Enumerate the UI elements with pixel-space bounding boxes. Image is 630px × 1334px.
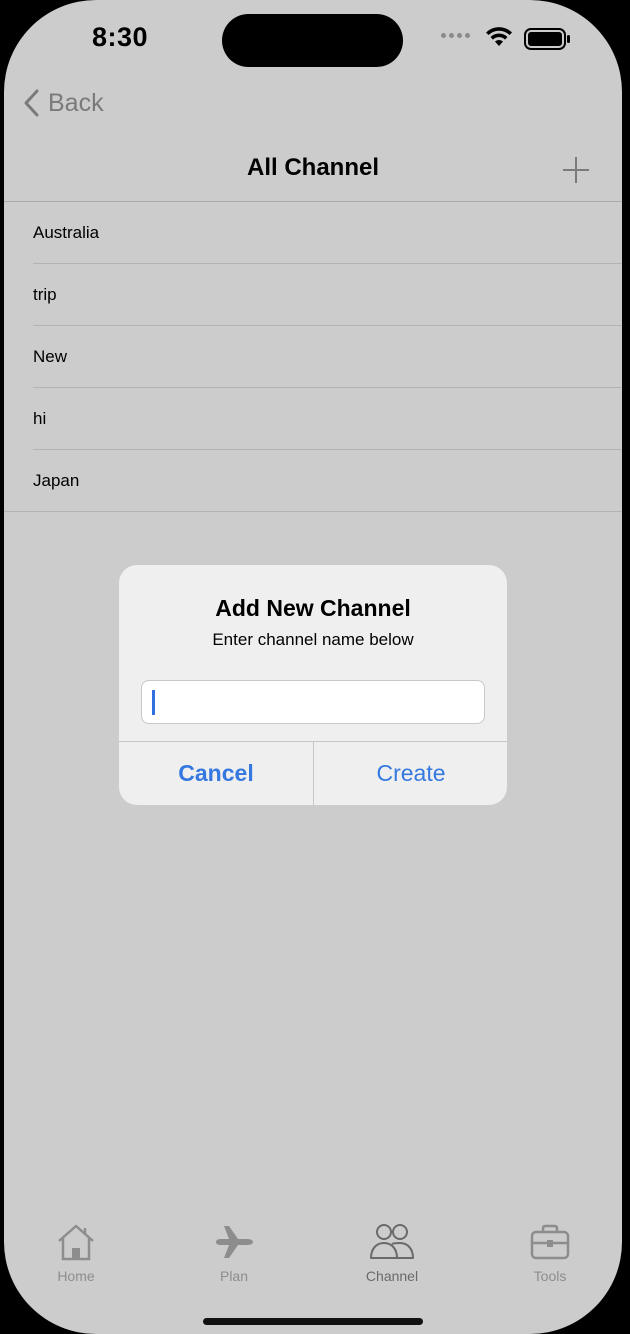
list-item[interactable]: hi [4, 388, 622, 450]
add-channel-dialog: Add New Channel Enter channel name below… [119, 565, 507, 805]
tab-label: Home [57, 1268, 95, 1284]
dialog-message: Enter channel name below [212, 630, 414, 649]
chevron-left-icon [24, 89, 39, 117]
airplane-icon [216, 1226, 253, 1258]
phone-frame: 8:30 Back All Channel Australia trip New… [0, 0, 630, 1334]
back-label: Back [48, 88, 104, 117]
cellular-signal-icon [441, 33, 470, 38]
list-item[interactable]: Australia [4, 202, 622, 264]
dialog-title: Add New Channel [215, 595, 411, 621]
add-channel-button[interactable] [560, 154, 592, 186]
people-icon [370, 1224, 414, 1259]
tab-home[interactable]: Home [16, 1222, 136, 1284]
list-item[interactable]: New [4, 326, 622, 388]
cancel-button[interactable]: Cancel [119, 742, 313, 805]
battery-icon [524, 28, 570, 50]
text-caret [152, 690, 155, 715]
screen: 8:30 Back All Channel Australia trip New… [4, 0, 622, 1334]
channel-name-input[interactable] [141, 680, 485, 724]
list-item[interactable]: Japan [4, 450, 622, 512]
tab-bar: Home Plan Channel Tools [4, 1222, 622, 1292]
briefcase-icon [530, 1224, 570, 1260]
create-button[interactable]: Create [314, 742, 507, 805]
tab-plan[interactable]: Plan [174, 1222, 294, 1284]
back-button[interactable]: Back [22, 88, 104, 118]
home-icon [58, 1224, 94, 1261]
channel-list: Australia trip New hi Japan [4, 202, 622, 512]
wifi-icon [486, 27, 512, 46]
tab-tools[interactable]: Tools [490, 1222, 610, 1284]
home-indicator [203, 1318, 423, 1325]
tab-label: Channel [365, 1268, 419, 1284]
tab-label: Tools [533, 1268, 567, 1284]
dynamic-island [222, 14, 403, 67]
status-time: 8:30 [92, 22, 149, 52]
list-item[interactable]: trip [4, 264, 622, 326]
plus-icon [563, 157, 589, 183]
tab-channel[interactable]: Channel [332, 1222, 452, 1284]
tab-label: Plan [219, 1268, 249, 1284]
page-title: All Channel [246, 154, 379, 181]
